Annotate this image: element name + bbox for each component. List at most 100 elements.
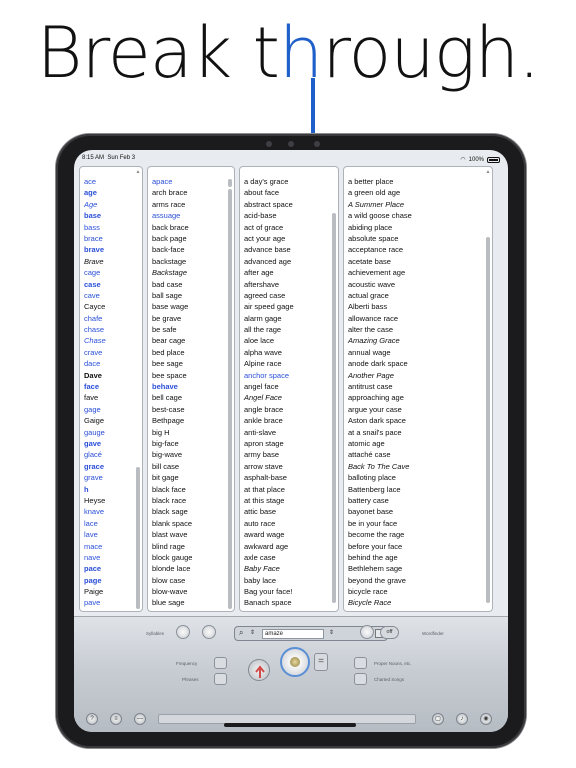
word-item[interactable]: dace [84, 358, 142, 369]
word-item[interactable]: auto race [244, 518, 338, 529]
word-item[interactable]: Age [84, 199, 142, 210]
word-item[interactable]: nave [84, 552, 142, 563]
word-item[interactable]: after age [244, 267, 338, 278]
word-item[interactable]: pace [84, 563, 142, 574]
phrases-toggle[interactable] [214, 673, 227, 685]
word-item[interactable]: anchor space [244, 370, 338, 381]
word-item[interactable]: attic base [244, 506, 338, 517]
word-item[interactable]: blind rage [152, 541, 234, 552]
word-item[interactable]: acoustic wave [348, 279, 492, 290]
word-item[interactable]: brave [84, 244, 142, 255]
word-item[interactable]: at this stage [244, 495, 338, 506]
charted-songs-toggle[interactable] [354, 673, 367, 685]
word-item[interactable]: bayonet base [348, 506, 492, 517]
word-item[interactable]: best-case [152, 404, 234, 415]
word-item[interactable]: arrow stave [244, 461, 338, 472]
word-item[interactable]: Battenberg lace [348, 484, 492, 495]
column-four-syllable[interactable]: a better place a green old age A Summer Pl… [343, 166, 493, 612]
word-item[interactable]: a better place [348, 176, 492, 187]
scrollbar[interactable] [228, 189, 232, 609]
word-item[interactable]: Gaige [84, 415, 142, 426]
scrollbar[interactable] [136, 467, 140, 609]
word-item[interactable]: aloe lace [244, 335, 338, 346]
word-item[interactable]: bass [84, 222, 142, 233]
word-item[interactable]: grace [84, 461, 142, 472]
equals-button[interactable]: = [314, 653, 328, 671]
word-item[interactable]: big-wave [152, 449, 234, 460]
word-item[interactable]: achievement age [348, 267, 492, 278]
word-item[interactable]: A Summer Place [348, 199, 492, 210]
minus-icon[interactable]: — [134, 713, 146, 725]
word-item[interactable]: agreed case [244, 290, 338, 301]
word-item[interactable]: act your age [244, 233, 338, 244]
column-one-syllable[interactable]: ace age Age base bass brace brave Brave cage case… [79, 166, 143, 612]
scrollbar[interactable] [332, 213, 336, 603]
scrollbar-thumb[interactable] [228, 179, 232, 187]
search-input[interactable]: amaze [262, 629, 324, 639]
word-item[interactable]: be grave [152, 313, 234, 324]
word-item[interactable]: brace [84, 233, 142, 244]
rhyme-button[interactable] [248, 659, 270, 681]
word-item[interactable]: Paige [84, 586, 142, 597]
word-item[interactable]: acid-base [244, 210, 338, 221]
word-item[interactable]: Back To The Cave [348, 461, 492, 472]
word-item[interactable]: bear cage [152, 335, 234, 346]
word-item[interactable]: Bethlehem sage [348, 563, 492, 574]
word-item[interactable]: Aston dark space [348, 415, 492, 426]
word-item[interactable]: h [84, 484, 142, 495]
word-item[interactable]: behind the age [348, 552, 492, 563]
word-item[interactable]: blow case [152, 575, 234, 586]
word-item[interactable]: base wage [152, 301, 234, 312]
word-item[interactable]: antitrust case [348, 381, 492, 392]
word-item[interactable]: Heyse [84, 495, 142, 506]
word-item[interactable]: lace [84, 518, 142, 529]
word-item[interactable]: bill case [152, 461, 234, 472]
word-item[interactable]: Chase [84, 335, 142, 346]
word-item[interactable]: chafe [84, 313, 142, 324]
record-icon[interactable]: ◉ [480, 713, 492, 725]
rhyme-dial[interactable] [280, 647, 310, 677]
word-item[interactable]: apace [152, 176, 234, 187]
word-item[interactable]: black sage [152, 506, 234, 517]
word-item[interactable]: beyond the grave [348, 575, 492, 586]
frequency-toggle[interactable] [214, 657, 227, 669]
word-item[interactable]: aftershave [244, 279, 338, 290]
word-item[interactable]: a day's grace [244, 176, 338, 187]
word-item[interactable]: cave [84, 290, 142, 301]
word-item[interactable]: arch brace [152, 187, 234, 198]
word-item[interactable]: anode dark space [348, 358, 492, 369]
word-item[interactable]: acetate base [348, 256, 492, 267]
word-item[interactable]: crave [84, 347, 142, 358]
word-item[interactable]: knave [84, 506, 142, 517]
word-item[interactable]: air speed gage [244, 301, 338, 312]
syllables-max-knob[interactable] [202, 625, 216, 639]
word-item[interactable]: page [84, 575, 142, 586]
word-item[interactable]: back brace [152, 222, 234, 233]
word-item[interactable]: before your face [348, 541, 492, 552]
word-item[interactable]: approaching age [348, 392, 492, 403]
word-item[interactable]: Alpine race [244, 358, 338, 369]
word-item[interactable]: blow-wave [152, 586, 234, 597]
word-item[interactable]: gage [84, 404, 142, 415]
word-item[interactable]: be in your face [348, 518, 492, 529]
word-item[interactable]: bee space [152, 370, 234, 381]
scrollbar[interactable] [486, 237, 490, 603]
history-stepper-icon[interactable]: ⇕ [329, 629, 334, 636]
word-item[interactable]: gauge [84, 427, 142, 438]
word-item[interactable]: bed place [152, 347, 234, 358]
word-item[interactable]: backstage [152, 256, 234, 267]
mode-stepper-icon[interactable]: ⇕ [250, 629, 255, 636]
word-item[interactable]: angle brace [244, 404, 338, 415]
wordfinder-toggle[interactable]: off [380, 626, 399, 639]
word-item[interactable]: absolute space [348, 233, 492, 244]
word-item[interactable]: a wild goose chase [348, 210, 492, 221]
word-item[interactable]: balloting place [348, 472, 492, 483]
word-item[interactable]: Amazing Grace [348, 335, 492, 346]
word-item[interactable]: blonde lace [152, 563, 234, 574]
word-item[interactable]: bad case [152, 279, 234, 290]
word-item[interactable]: atomic age [348, 438, 492, 449]
word-item[interactable]: act of grace [244, 222, 338, 233]
word-item[interactable]: mace [84, 541, 142, 552]
word-item[interactable]: abstract space [244, 199, 338, 210]
word-item[interactable]: alter the case [348, 324, 492, 335]
